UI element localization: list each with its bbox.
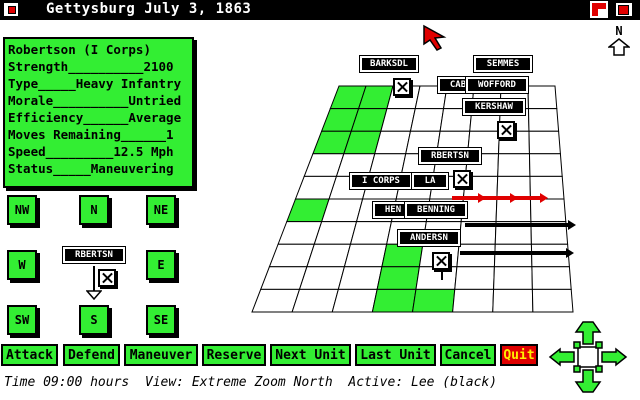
unit-name-line: Robertson (I Corps) — [8, 42, 151, 57]
attack-button[interactable]: Attack — [1, 344, 58, 366]
unit-label-i-corps[interactable]: I CORPS — [349, 172, 413, 190]
map-cell[interactable] — [497, 153, 531, 177]
move-w-button[interactable]: W — [7, 250, 37, 280]
map-cell[interactable] — [527, 85, 558, 110]
map-cell[interactable] — [343, 243, 388, 268]
black-movement-arrow-2-head — [566, 248, 574, 258]
map-cell[interactable] — [306, 243, 352, 268]
unit-info-panel: Robertson (I Corps) Strength__________21… — [3, 37, 194, 188]
last-unit-button[interactable]: Last Unit — [355, 344, 436, 366]
map-cell[interactable] — [493, 243, 533, 268]
map-cell[interactable] — [298, 266, 346, 290]
map-cell[interactable] — [454, 266, 495, 290]
move-sw-button[interactable]: SW — [7, 305, 37, 335]
move-ne-button[interactable]: NE — [146, 195, 176, 225]
maneuver-button[interactable]: Maneuver — [124, 344, 198, 366]
map-cell[interactable] — [529, 175, 565, 200]
map-cell[interactable] — [376, 266, 420, 290]
unit-label-semmes[interactable]: SEMMES — [473, 55, 533, 73]
scroll-left-icon[interactable] — [548, 347, 575, 367]
map-cell[interactable] — [313, 221, 358, 245]
unit-speed-line: Speed_________12.5 Mph — [8, 144, 174, 159]
map-cell[interactable] — [493, 266, 533, 290]
unit-marker-andersn[interactable] — [432, 252, 450, 270]
map-cell[interactable] — [371, 288, 417, 313]
scroll-up-icon[interactable] — [574, 321, 602, 345]
map-cell[interactable] — [251, 288, 301, 313]
north-compass-icon: N — [606, 24, 632, 56]
unit-marker-barksdl[interactable] — [393, 78, 411, 96]
unit-label-andersn[interactable]: ANDERSN — [397, 229, 461, 247]
unit-type-line: Type_____Heavy Infantry — [8, 76, 182, 91]
map-cell[interactable] — [409, 108, 445, 132]
selected-unit-label[interactable]: RBERTSN — [62, 246, 126, 264]
map-cell[interactable] — [415, 266, 458, 290]
unit-label-la[interactable]: LA — [411, 172, 449, 190]
move-s-button[interactable]: S — [79, 305, 109, 335]
reserve-button[interactable]: Reserve — [202, 344, 266, 366]
map-scroll-pad[interactable] — [548, 320, 628, 394]
move-e-button[interactable]: E — [146, 250, 176, 280]
status-bar: Time 09:00 hours View: Extreme Zoom Nort… — [4, 375, 498, 390]
cancel-button[interactable]: Cancel — [440, 344, 496, 366]
unit-label-benning[interactable]: BENNING — [404, 201, 468, 219]
map-cell[interactable] — [452, 288, 495, 313]
scroll-right-icon[interactable] — [601, 347, 628, 367]
map-cell[interactable] — [531, 266, 572, 290]
map-cell[interactable] — [291, 288, 339, 313]
unit-label-wofford[interactable]: WOFFORD — [465, 76, 529, 94]
map-cell[interactable] — [381, 243, 424, 268]
map-cell[interactable] — [259, 266, 308, 290]
mouse-pointer-icon — [423, 24, 447, 51]
unit-efficiency-line: Efficiency______Average — [8, 110, 182, 125]
unit-marker-rbertsn[interactable] — [453, 170, 471, 188]
map-cell[interactable] — [528, 130, 561, 155]
map-cell[interactable] — [349, 221, 393, 245]
move-se-button[interactable]: SE — [146, 305, 176, 335]
map-cell[interactable] — [529, 198, 567, 223]
move-n-button[interactable]: N — [79, 195, 109, 225]
next-unit-button[interactable]: Next Unit — [270, 344, 351, 366]
map-cell[interactable] — [531, 288, 574, 313]
unit-label-barksdl[interactable]: BARKSDL — [359, 55, 419, 73]
map-cell[interactable] — [527, 108, 560, 132]
map-cell[interactable] — [411, 288, 456, 313]
black-movement-arrow-1-head — [568, 220, 576, 230]
map-cell[interactable] — [495, 198, 532, 223]
scroll-down-icon[interactable] — [574, 369, 602, 393]
selected-unit-marker[interactable] — [98, 269, 116, 287]
defend-button[interactable]: Defend — [63, 344, 120, 366]
unit-morale-line: Morale__________Untried — [8, 93, 182, 108]
unit-stem — [441, 272, 443, 280]
map-cell[interactable] — [380, 108, 416, 132]
map-cell[interactable] — [320, 198, 364, 223]
map-cell[interactable] — [456, 243, 496, 268]
map-cell[interactable] — [337, 266, 383, 290]
map-cell[interactable] — [374, 130, 412, 155]
unit-status-line: Status_____Maneuvering — [8, 161, 174, 176]
map-cell[interactable] — [528, 153, 563, 177]
compass-label: N — [615, 24, 623, 38]
unit-marker-kershaw[interactable] — [497, 121, 515, 139]
unit-strength-line: Strength__________2100 — [8, 59, 174, 74]
map-cell[interactable] — [492, 288, 534, 313]
map-cell[interactable] — [530, 243, 570, 268]
unit-moves-line: Moves Remaining______1 — [8, 127, 174, 142]
scroll-center-icon[interactable] — [577, 346, 599, 368]
unit-label-kershaw[interactable]: KERSHAW — [462, 98, 526, 116]
unit-label-rbertsn[interactable]: RBERTSN — [418, 147, 482, 165]
move-nw-button[interactable]: NW — [7, 195, 37, 225]
selected-unit-stem — [93, 266, 95, 292]
north-arrow-icon — [606, 38, 632, 56]
map-cell[interactable] — [331, 288, 378, 313]
selected-unit-pointer-icon — [86, 290, 102, 300]
quit-button[interactable]: Quit — [500, 344, 538, 366]
